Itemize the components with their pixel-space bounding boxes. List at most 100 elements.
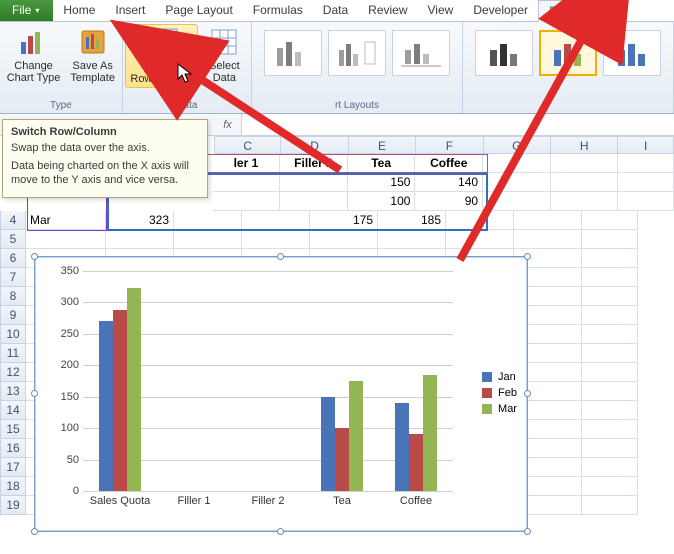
cell[interactable] [310, 230, 378, 249]
layout-option-1[interactable] [264, 30, 322, 76]
tab-insert[interactable]: Insert [105, 0, 155, 21]
row-header-14[interactable]: 14 [0, 401, 26, 420]
row-header-7[interactable]: 7 [0, 268, 26, 287]
cell[interactable] [582, 401, 638, 420]
cell-h3[interactable] [551, 192, 619, 211]
cell-c1[interactable]: ler 1 [213, 154, 281, 173]
tab-data[interactable]: Data [313, 0, 358, 21]
tab-home[interactable]: Home [53, 0, 105, 21]
cell-d2[interactable] [280, 173, 348, 192]
file-tab[interactable]: File ▾ [0, 0, 53, 21]
cell-f1[interactable]: Coffee [415, 154, 483, 173]
cell[interactable] [582, 496, 638, 515]
col-header-d[interactable]: D [281, 136, 348, 154]
select-data-button[interactable]: Select Data [200, 24, 248, 86]
cell-d3[interactable] [280, 192, 348, 211]
cell[interactable] [582, 230, 638, 249]
cell[interactable] [582, 325, 638, 344]
cell-d1[interactable]: Filler 2 [280, 154, 348, 173]
tab-partial[interactable]: L [597, 0, 624, 21]
tab-design[interactable]: Design [538, 0, 597, 22]
layout-option-2[interactable] [328, 30, 386, 76]
cell-g4[interactable] [446, 211, 514, 230]
switch-row-column-button[interactable]: Switch Row/Column [125, 24, 198, 88]
tab-review[interactable]: Review [358, 0, 417, 21]
formula-input[interactable] [242, 114, 674, 135]
row-header-16[interactable]: 16 [0, 439, 26, 458]
cell[interactable] [582, 382, 638, 401]
cell[interactable] [26, 230, 106, 249]
row-header-12[interactable]: 12 [0, 363, 26, 382]
cell[interactable] [582, 458, 638, 477]
col-header-h[interactable]: H [551, 136, 618, 154]
cell-g3[interactable] [483, 192, 551, 211]
cell-i2[interactable] [618, 173, 674, 192]
cell-f2[interactable]: 140 [415, 173, 483, 192]
tab-page-layout[interactable]: Page Layout [155, 0, 242, 21]
col-header-f[interactable]: F [416, 136, 483, 154]
tab-developer[interactable]: Developer [463, 0, 538, 21]
cell[interactable] [446, 230, 514, 249]
cell-d4[interactable] [242, 211, 310, 230]
cell[interactable] [582, 477, 638, 496]
style-option-1[interactable] [475, 30, 533, 76]
embedded-chart[interactable]: 050100150200250300350 JanFebMar Sales Qu… [34, 256, 528, 532]
cell[interactable] [582, 268, 638, 287]
cell-c2[interactable] [213, 173, 281, 192]
cell[interactable] [582, 420, 638, 439]
cell-a4[interactable]: Mar [26, 211, 106, 230]
cell[interactable] [242, 230, 310, 249]
row-header-5[interactable]: 5 [0, 230, 26, 249]
row-header-15[interactable]: 15 [0, 420, 26, 439]
cell[interactable] [514, 230, 582, 249]
cell[interactable] [582, 363, 638, 382]
cell-f4[interactable]: 185 [378, 211, 446, 230]
tab-formulas[interactable]: Formulas [243, 0, 313, 21]
layout-option-3[interactable] [392, 30, 450, 76]
cell-e1[interactable]: Tea [348, 154, 416, 173]
cell-i4[interactable] [582, 211, 638, 230]
legend-swatch [482, 388, 492, 398]
col-header-e[interactable]: E [349, 136, 416, 154]
style-option-2[interactable] [539, 30, 597, 76]
cell[interactable] [106, 230, 174, 249]
cell[interactable] [582, 344, 638, 363]
cell-g2[interactable] [483, 173, 551, 192]
cell-b4[interactable]: 323 [106, 211, 174, 230]
cell-i3[interactable] [618, 192, 674, 211]
col-header-c[interactable]: C [214, 136, 281, 154]
row-header-11[interactable]: 11 [0, 344, 26, 363]
cell-h1[interactable] [551, 154, 619, 173]
cell[interactable] [174, 230, 242, 249]
col-header-i[interactable]: I [618, 136, 674, 154]
style-option-3[interactable] [603, 30, 661, 76]
cell-i1[interactable] [618, 154, 674, 173]
row-header-19[interactable]: 19 [0, 496, 26, 515]
save-as-template-button[interactable]: Save As Template [66, 24, 119, 86]
col-header-g[interactable]: G [484, 136, 551, 154]
change-chart-type-button[interactable]: Change Chart Type [3, 24, 65, 86]
cell[interactable] [582, 306, 638, 325]
cell-e2[interactable]: 150 [348, 173, 416, 192]
row-header-18[interactable]: 18 [0, 477, 26, 496]
cell-g1[interactable] [483, 154, 551, 173]
row-header-17[interactable]: 17 [0, 458, 26, 477]
cell[interactable] [582, 287, 638, 306]
cell[interactable] [378, 230, 446, 249]
row-header-10[interactable]: 10 [0, 325, 26, 344]
tab-view[interactable]: View [418, 0, 464, 21]
cell[interactable] [582, 249, 638, 268]
row-header-13[interactable]: 13 [0, 382, 26, 401]
cell-c3[interactable] [213, 192, 281, 211]
row-header-8[interactable]: 8 [0, 287, 26, 306]
cell[interactable] [582, 439, 638, 458]
cell-e4[interactable]: 175 [310, 211, 378, 230]
row-header-6[interactable]: 6 [0, 249, 26, 268]
cell-e3[interactable]: 100 [348, 192, 416, 211]
row-header-4[interactable]: 4 [0, 211, 26, 230]
cell-h2[interactable] [551, 173, 619, 192]
cell-h4[interactable] [514, 211, 582, 230]
row-header-9[interactable]: 9 [0, 306, 26, 325]
cell-c4[interactable] [174, 211, 242, 230]
cell-f3[interactable]: 90 [415, 192, 483, 211]
